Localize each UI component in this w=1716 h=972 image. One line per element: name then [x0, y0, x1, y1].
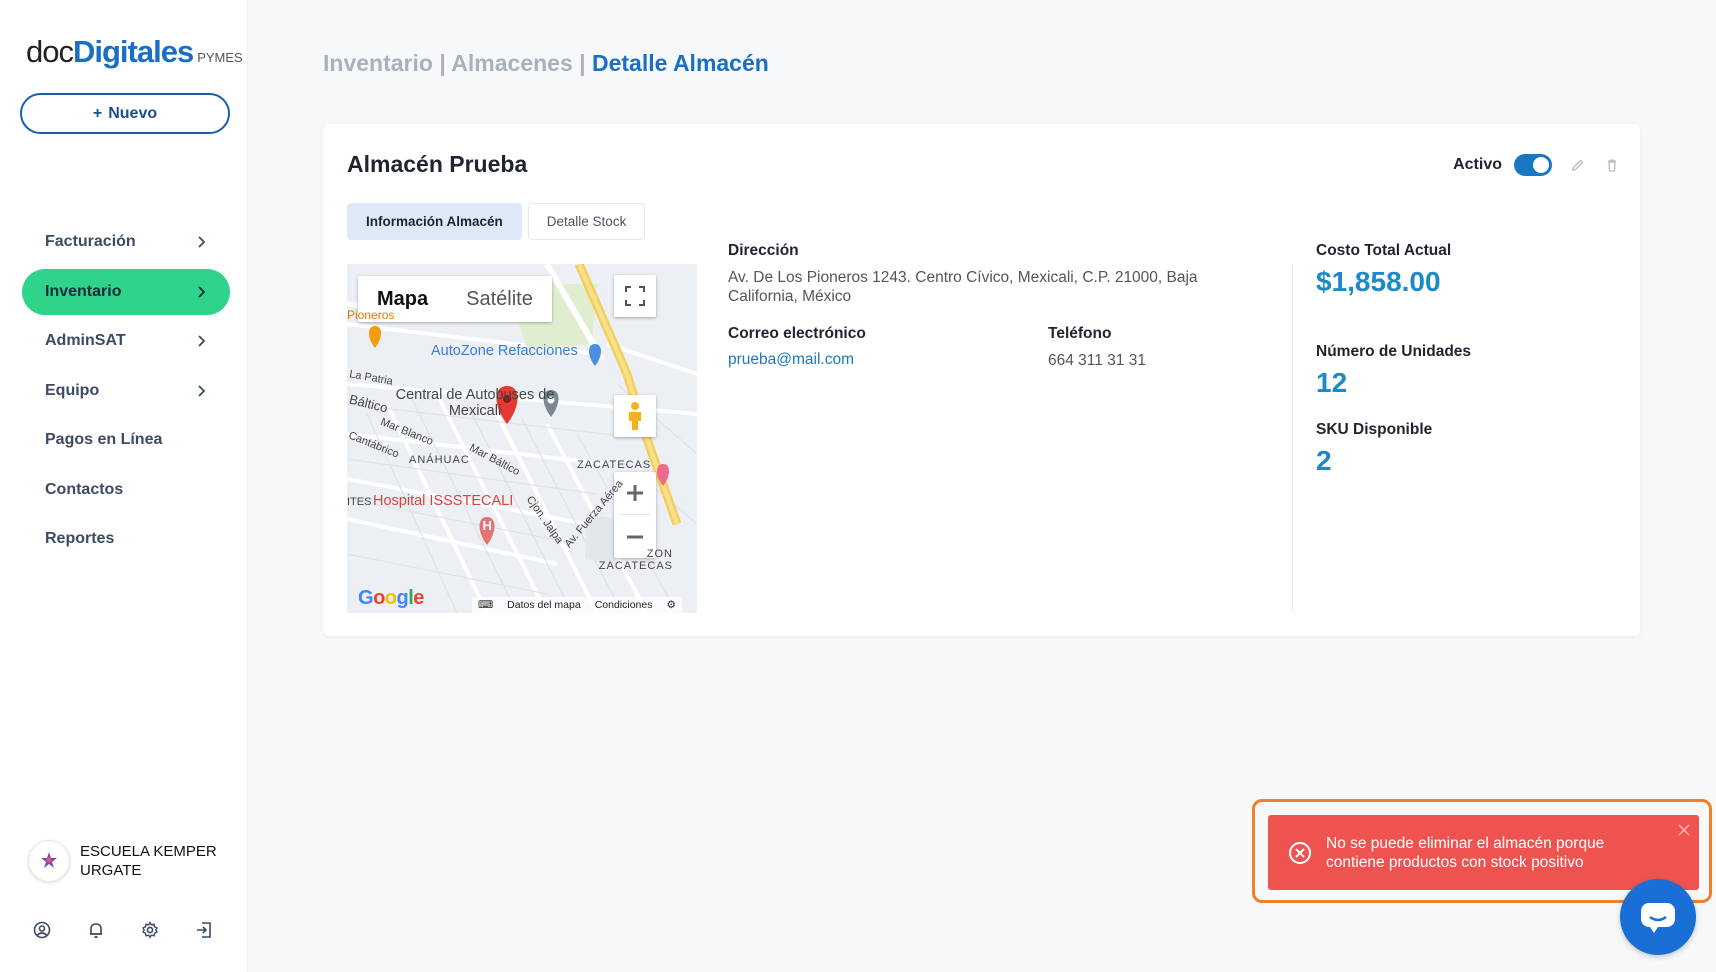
- pegman-icon: [629, 402, 641, 430]
- logo-pymes: PYMES: [197, 50, 243, 65]
- phone-value: 664 311 31 31: [1048, 352, 1146, 369]
- sidebar-nav: Facturación Inventario AdminSAT Equipo P…: [22, 219, 230, 566]
- cost-value: $1,858.00: [1316, 266, 1441, 297]
- edit-icon[interactable]: [1570, 157, 1586, 173]
- google-logo: Google: [358, 587, 424, 609]
- report-error-icon[interactable]: ⚙: [667, 599, 676, 611]
- map-terms-link[interactable]: Condiciones: [595, 599, 653, 611]
- sidebar-item-label: Pagos en Línea: [45, 431, 163, 448]
- status-controls: Activo: [1453, 154, 1620, 176]
- map-label-zacatecas: ZACATECAS: [577, 459, 652, 471]
- breadcrumb-separator: |: [439, 50, 446, 76]
- new-button[interactable]: + Nuevo: [20, 93, 230, 134]
- map-label-ites: ITES: [347, 496, 372, 508]
- sidebar-item-reportes[interactable]: Reportes: [22, 516, 230, 562]
- svg-text:H: H: [483, 518, 492, 533]
- sidebar-item-label: AdminSAT: [45, 332, 126, 349]
- map-label-autozone: AutoZone Refacciones: [431, 343, 578, 359]
- tab-detalle-stock[interactable]: Detalle Stock: [527, 203, 646, 240]
- map-label-pioneros: Pioneros: [347, 308, 395, 322]
- breadcrumb-separator: |: [579, 50, 586, 76]
- chevron-right-icon: [198, 236, 206, 248]
- avatar: [28, 840, 70, 882]
- close-icon[interactable]: [1677, 823, 1691, 837]
- units-label: Número de Unidades: [1316, 343, 1472, 360]
- plus-icon: +: [92, 104, 103, 122]
- map-data-link[interactable]: Datos del mapa: [507, 599, 581, 611]
- sidebar-item-adminsat[interactable]: AdminSAT: [22, 318, 230, 364]
- page-title: Almacén Prueba: [347, 151, 528, 177]
- gear-icon[interactable]: [140, 920, 160, 940]
- email-label: Correo electrónico: [728, 325, 866, 342]
- sku-value: 2: [1316, 445, 1332, 476]
- sidebar-item-equipo[interactable]: Equipo: [22, 368, 230, 414]
- phone-label: Teléfono: [1048, 325, 1112, 342]
- breadcrumb-almacenes[interactable]: Almacenes: [451, 50, 572, 76]
- chat-button[interactable]: [1620, 879, 1696, 955]
- sidebar-item-label: Facturación: [45, 233, 136, 250]
- units-value: 12: [1316, 367, 1348, 398]
- new-button-label: Nuevo: [108, 104, 158, 122]
- street-view-button[interactable]: [614, 395, 656, 437]
- sidebar-item-pagos[interactable]: Pagos en Línea: [22, 417, 230, 463]
- map-attribution: ⌨ Datos del mapa Condiciones ⚙: [472, 597, 682, 613]
- breadcrumb-inventario[interactable]: Inventario: [323, 50, 433, 76]
- sidebar-item-label: Contactos: [45, 480, 124, 498]
- chevron-right-icon: [198, 335, 206, 347]
- bell-icon[interactable]: [86, 920, 106, 940]
- chevron-right-icon: [198, 384, 206, 397]
- zoom-in-button[interactable]: [620, 472, 650, 515]
- account-name: ESCUELA KEMPER URGATE: [80, 843, 217, 879]
- logo-doc: doc: [26, 34, 74, 69]
- sidebar-item-facturacion[interactable]: Facturación: [22, 219, 230, 265]
- active-toggle[interactable]: [1514, 154, 1552, 176]
- sidebar-item-inventario[interactable]: Inventario: [22, 268, 230, 315]
- error-toast: No se puede eliminar el almacén porque c…: [1268, 815, 1699, 890]
- map-label-hospital: Hospital ISSSTECALI: [373, 493, 514, 509]
- warehouse-card: Almacén Prueba Activo Información Almacé…: [323, 124, 1640, 636]
- sidebar-item-contactos[interactable]: Contactos: [22, 467, 230, 513]
- error-circle-icon: [1289, 841, 1311, 864]
- sidebar-item-label: Reportes: [45, 530, 115, 547]
- map-label-central: Central de Autobuses de Mexicali: [395, 387, 555, 419]
- minus-icon: [627, 535, 643, 538]
- breadcrumb-current: Detalle Almacén: [591, 50, 769, 76]
- breadcrumb: Inventario | Almacenes | Detalle Almacén: [323, 50, 769, 77]
- fullscreen-button[interactable]: [614, 275, 656, 317]
- user-circle-icon[interactable]: [32, 920, 52, 940]
- status-label: Activo: [1453, 156, 1502, 173]
- map-type-satellite-button[interactable]: Satélite: [447, 276, 552, 322]
- address-value: Av. De Los Pioneros 1243. Centro Cívico,…: [728, 269, 1198, 305]
- map-label-anahuac: ANÁHUAC: [409, 454, 470, 466]
- location-map[interactable]: H Mapa Satélite AutoZone Refacciones Cen…: [347, 264, 697, 613]
- map-label-zon-zacatecas: ZON ZACATECAS: [598, 548, 673, 572]
- keyboard-icon[interactable]: ⌨: [478, 599, 493, 611]
- sidebar-item-label: Equipo: [45, 381, 100, 399]
- delete-icon[interactable]: [1604, 157, 1620, 173]
- toast-message: No se puede eliminar el almacén porque c…: [1326, 834, 1605, 871]
- school-logo-icon: [41, 852, 57, 868]
- sidebar-bottom-icons: [32, 920, 214, 940]
- info-divider: [1292, 264, 1293, 612]
- sidebar-item-label: Inventario: [45, 282, 122, 300]
- cost-label: Costo Total Actual: [1316, 242, 1452, 259]
- address-label: Dirección: [728, 242, 799, 259]
- sidebar: docDigitales PYMES + Nuevo Facturación In…: [0, 0, 248, 972]
- sku-label: SKU Disponible: [1316, 421, 1433, 438]
- chevron-right-icon: [198, 285, 206, 298]
- chat-icon: [1641, 903, 1675, 933]
- account-info[interactable]: ESCUELA KEMPER URGATE: [28, 840, 230, 882]
- plus-icon: [627, 485, 643, 501]
- tabs: Información Almacén Detalle Stock: [347, 203, 646, 240]
- fullscreen-icon: [625, 286, 645, 306]
- email-link[interactable]: prueba@mail.com: [728, 351, 854, 369]
- logo-digitales: Digitales: [72, 34, 194, 69]
- brand-logo[interactable]: docDigitales PYMES: [26, 34, 243, 70]
- logout-icon[interactable]: [194, 920, 214, 940]
- tab-informacion[interactable]: Información Almacén: [347, 203, 522, 240]
